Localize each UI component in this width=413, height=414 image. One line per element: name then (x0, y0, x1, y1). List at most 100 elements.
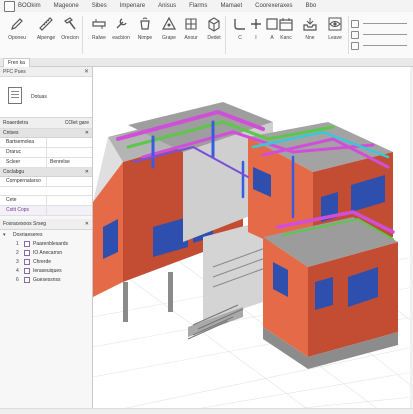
project-tree-title: Fosracesoos Srseg (3, 221, 47, 227)
checkbox-icon[interactable] (24, 276, 30, 283)
menu-item-connections[interactable]: Coorexeraxes (255, 3, 292, 9)
menu-item-analysis[interactable]: Anisus (158, 3, 176, 9)
ribbon-separator (348, 16, 349, 54)
ruler-icon (39, 17, 53, 31)
tree-item-label: Ieraseuiques (33, 267, 62, 274)
ribbon-separator (225, 16, 226, 54)
property-key: Scleer (0, 158, 47, 167)
pipe-icon (92, 19, 106, 29)
property-group-header[interactable]: Cntses ✕ (0, 129, 92, 138)
tree-item-label: Guesessnss (33, 276, 61, 283)
close-icon[interactable]: ✕ (85, 221, 89, 227)
tree-item-index: 3 (16, 258, 19, 265)
grid-icon (185, 18, 197, 30)
menu-item-bbo[interactable]: Bbo (305, 3, 316, 9)
wrench-icon (116, 18, 127, 29)
document-type-value: Dotuas (31, 94, 47, 100)
project-tree-header: Fosracesoos Srseg ✕ (0, 219, 92, 230)
menu-item-manage2[interactable]: Mamaet (220, 3, 242, 9)
property-key: Cstit Cops (0, 206, 47, 215)
app-logo-icon[interactable] (4, 0, 15, 12)
menu-item-import[interactable]: Impenare (120, 3, 145, 9)
tree-item[interactable]: 1 Paarenblesards (0, 239, 92, 248)
menu-item-manage[interactable]: Mageone (54, 3, 79, 9)
triangle-icon (161, 16, 177, 30)
tool-label: Leave (328, 35, 342, 41)
building-block-front[interactable] (263, 217, 398, 369)
property-row-empty (0, 187, 92, 196)
calendar-icon (279, 18, 293, 31)
tab-active-document[interactable]: Fren ka (3, 58, 30, 67)
tray-icon (303, 18, 317, 31)
property-row[interactable]: Cornpernatarso (0, 177, 92, 187)
properties-preview: Dotuas (0, 77, 92, 118)
ribbon-option[interactable] (351, 29, 407, 40)
ribbon-separator (82, 16, 83, 54)
property-row[interactable]: Scleer Benrelse (0, 158, 92, 168)
tree-item[interactable]: 3 Chrerde (0, 257, 92, 266)
ribbon-option[interactable] (351, 40, 407, 51)
tree-item-index: 1 (16, 240, 19, 247)
close-icon[interactable]: ✕ (85, 130, 89, 136)
bucket-icon (140, 17, 150, 30)
menu-item-file[interactable]: BOOkim (18, 3, 41, 9)
resources-header: Roaerdetra COlet gare (0, 118, 92, 129)
tool-label: Oponeu (8, 35, 26, 41)
property-key: Draruc (0, 148, 47, 157)
property-row-selected[interactable]: Cstit Cops (0, 206, 92, 216)
ribbon-toolbar: Oponeu Alpenge Orecion Ralwe eacbion Nim… (0, 12, 413, 59)
checkbox-icon[interactable] (24, 240, 30, 247)
ribbon-options-list (351, 18, 407, 51)
menu-item-sites[interactable]: Sibes (92, 3, 107, 9)
tree-item-label: IO Anecarrsn (33, 249, 63, 256)
close-icon[interactable]: ✕ (85, 169, 89, 175)
checkbox-icon[interactable] (24, 249, 30, 256)
checkbox-icon (351, 30, 359, 39)
menu-item-plans[interactable]: Flarms (189, 3, 207, 9)
property-row[interactable]: Cete (0, 196, 92, 206)
property-group-label: Cntses (3, 130, 19, 136)
hammer-icon (64, 17, 76, 30)
checkbox-icon (351, 41, 359, 50)
document-tabstrip: Fren ka (0, 58, 413, 67)
document-icon (8, 87, 22, 104)
property-row[interactable]: Bartsemolea (0, 138, 92, 148)
box-icon (208, 17, 220, 32)
properties-header: PFC Pues ✕ (0, 67, 92, 77)
resources-filter[interactable]: COlet gare (65, 120, 89, 126)
chevron-down-icon[interactable]: ▾ (3, 232, 13, 238)
tree-group-label: Dosriaeseres (13, 231, 43, 238)
property-key: Bartsemolea (0, 138, 47, 147)
tree-item-index: 4 (16, 267, 19, 274)
tool-leave[interactable]: Leave (320, 16, 350, 56)
checkbox-icon[interactable] (24, 258, 30, 265)
tree-item-label: Paarenblesards (33, 240, 69, 247)
tree-item-label: Chrerde (33, 258, 52, 265)
checkbox-icon[interactable] (24, 267, 30, 274)
building-model[interactable] (93, 67, 413, 413)
property-group-header[interactable]: Coclabgu ✕ (0, 168, 92, 177)
property-key: Cete (0, 196, 47, 205)
tree-group[interactable]: ▾ Dosriaeseres (0, 230, 92, 239)
tree-item-index: 6 (16, 276, 19, 283)
resources-title: Roaerdetra (3, 120, 29, 126)
3d-viewport[interactable] (93, 67, 413, 413)
pencil-icon (11, 18, 23, 30)
property-row[interactable]: Draruc (0, 148, 92, 158)
tree-item[interactable]: 4 Ieraseuiques (0, 266, 92, 275)
property-group-label: Coclabgu (3, 169, 25, 175)
eye-icon (328, 17, 342, 31)
checkbox-icon (351, 19, 359, 28)
tool-orecion[interactable]: Orecion (55, 16, 85, 56)
tree-item-index: 2 (16, 249, 19, 256)
tool-oponeu[interactable]: Oponeu (2, 16, 32, 56)
ribbon-option[interactable] (351, 18, 407, 29)
property-value[interactable]: Benrelse (47, 158, 92, 167)
horizontal-scrollbar[interactable] (0, 408, 413, 414)
tree-item[interactable]: 2 IO Anecarrsn (0, 248, 92, 257)
properties-title: PFC Pues (3, 68, 26, 75)
property-key: Cornpernatarso (0, 177, 47, 186)
tool-label: Orecion (61, 35, 79, 41)
tree-item[interactable]: 6 Guesessnss (0, 275, 92, 284)
close-icon[interactable]: ✕ (84, 68, 89, 75)
